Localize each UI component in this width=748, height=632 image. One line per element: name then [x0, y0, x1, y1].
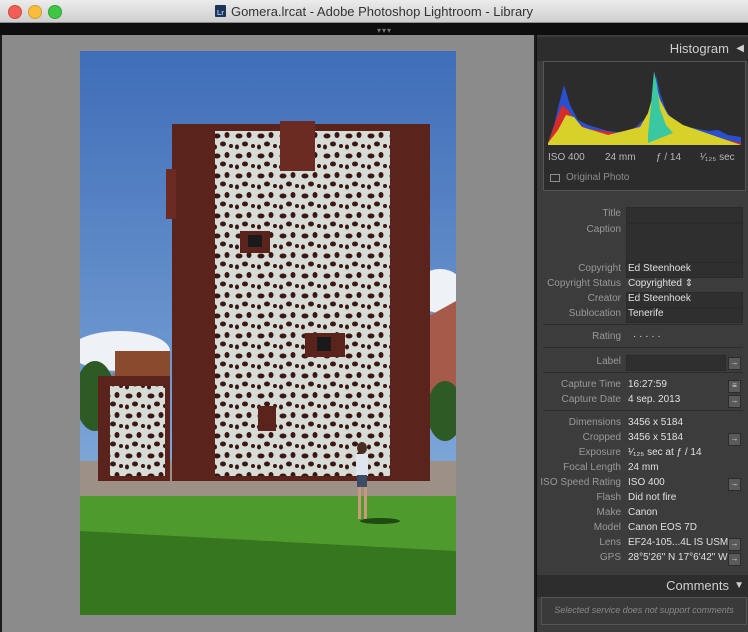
metadata-row-caption: Caption	[537, 223, 748, 263]
metadata-row-sublocation: Sublocation Tenerife	[537, 307, 748, 323]
panel-grip-icon[interactable]: ▾▾▾	[377, 26, 392, 35]
copyright-label: Copyright	[578, 263, 621, 274]
loupe-view	[2, 35, 534, 632]
focal-length-value: 24 mm	[628, 462, 659, 473]
divider	[543, 324, 743, 325]
tower-photo	[80, 51, 456, 615]
histogram-graph	[548, 71, 741, 145]
right-panel: Histogram ◀ ISO 400 24 mm ƒ / 14 ¹⁄₁₂₅ s…	[536, 35, 748, 632]
iso-label: ISO Speed Rating	[540, 477, 621, 488]
window-title-wrap: Lr Gomera.lrcat - Adobe Photoshop Lightr…	[0, 0, 748, 22]
dimensions-value: 3456 x 5184	[628, 417, 684, 428]
histogram-panel: ISO 400 24 mm ƒ / 14 ¹⁄₁₂₅ sec Original …	[543, 61, 746, 191]
window-title: Gomera.lrcat - Adobe Photoshop Lightroom…	[230, 3, 534, 19]
histogram-shutter: ¹⁄₁₂₅ sec	[700, 152, 735, 163]
make-value: Canon	[628, 507, 658, 518]
comments-title: Comments	[666, 578, 729, 593]
copyright-status-select[interactable]: Copyrighted ⇕	[628, 278, 693, 289]
capture-time-label: Capture Time	[560, 379, 621, 390]
dimensions-label: Dimensions	[568, 417, 621, 428]
photo-preview[interactable]	[80, 51, 456, 615]
cropped-arrow-button[interactable]: →	[728, 433, 741, 446]
metadata-row-label: Label →	[537, 355, 748, 371]
iso-arrow-button[interactable]: →	[728, 478, 741, 491]
label-arrow-button[interactable]: →	[728, 357, 741, 370]
model-label: Model	[593, 522, 621, 533]
label-field[interactable]	[626, 355, 726, 371]
metadata-row-iso: ISO Speed Rating ISO 400 →	[537, 476, 748, 491]
metadata-row-copyright-status: Copyright Status Copyrighted ⇕	[537, 277, 748, 292]
capture-time-value: 16:27:59	[628, 379, 667, 390]
exposure-label: Exposure	[578, 447, 621, 458]
copyright-status-label: Copyright Status	[547, 278, 621, 289]
sublocation-label: Sublocation	[568, 308, 621, 319]
collapse-triangle-icon[interactable]: ◀	[736, 43, 744, 54]
flash-label: Flash	[596, 492, 621, 503]
metadata-row-focal-length: Focal Length 24 mm	[537, 461, 748, 476]
cropped-label: Cropped	[582, 432, 621, 443]
histogram-iso: ISO 400	[548, 152, 585, 163]
title-label: Title	[602, 208, 621, 219]
flash-value: Did not fire	[628, 492, 677, 503]
divider	[543, 410, 743, 411]
comments-message: Selected service does not support commen…	[554, 605, 734, 615]
histogram-focal: 24 mm	[605, 152, 636, 163]
histogram-header[interactable]: Histogram ◀	[537, 37, 748, 61]
divider	[543, 347, 743, 348]
caption-label: Caption	[586, 224, 621, 235]
rating-label: Rating	[592, 331, 621, 342]
creator-label: Creator	[587, 293, 621, 304]
metadata-row-make: Make Canon	[537, 506, 748, 521]
lens-label: Lens	[599, 537, 621, 548]
photo-frame-icon	[550, 173, 560, 182]
title-field[interactable]	[626, 207, 743, 223]
sublocation-value: Tenerife	[628, 308, 664, 319]
metadata-row-title: Title	[537, 207, 748, 223]
metadata-row-gps: GPS 28°5'26" N 17°6'42" W →	[537, 551, 748, 566]
divider	[543, 372, 743, 373]
metadata-row-dimensions: Dimensions 3456 x 5184	[537, 416, 748, 431]
comments-header[interactable]: Comments ▼	[537, 575, 748, 597]
collapse-triangle-icon[interactable]: ▼	[734, 580, 744, 591]
gps-label: GPS	[599, 552, 621, 563]
histogram-title: Histogram	[669, 41, 729, 56]
capture-time-list-button[interactable]: ≡	[728, 380, 741, 393]
metadata-row-copyright: Copyright Ed Steenhoek	[537, 262, 748, 278]
creator-value: Ed Steenhoek	[628, 293, 691, 304]
metadata-row-exposure: Exposure ¹⁄₁₂₅ sec at ƒ / 14	[537, 446, 748, 461]
capture-date-label: Capture Date	[561, 394, 621, 405]
toolbar-strip	[0, 23, 748, 35]
cropped-value: 3456 x 5184	[628, 432, 684, 443]
metadata-row-lens: Lens EF24-105...4L IS USM →	[537, 536, 748, 551]
exposure-value: ¹⁄₁₂₅ sec at ƒ / 14	[628, 447, 702, 458]
rating-stars[interactable]: · · · · ·	[633, 331, 661, 342]
metadata-row-creator: Creator Ed Steenhoek	[537, 292, 748, 308]
caption-field[interactable]	[626, 223, 743, 263]
model-value: Canon EOS 7D	[628, 522, 697, 533]
metadata-row-capture-date: Capture Date 4 sep. 2013 →	[537, 393, 748, 408]
iso-value: ISO 400	[628, 477, 665, 488]
original-photo-toggle[interactable]: Original Photo	[550, 172, 629, 183]
original-photo-label: Original Photo	[566, 172, 630, 183]
label-label: Label	[596, 356, 621, 367]
gps-arrow-button[interactable]: →	[728, 553, 741, 566]
metadata-row-flash: Flash Did not fire	[537, 491, 748, 506]
window-titlebar: Lr Gomera.lrcat - Adobe Photoshop Lightr…	[0, 0, 748, 23]
focal-length-label: Focal Length	[563, 462, 621, 473]
metadata-row-cropped: Cropped 3456 x 5184 →	[537, 431, 748, 446]
lens-arrow-button[interactable]: →	[728, 538, 741, 551]
metadata-panel: Title Caption Copyright Ed Steenhoek Cop…	[537, 195, 748, 575]
capture-date-value: 4 sep. 2013	[628, 394, 681, 405]
lens-value: EF24-105...4L IS USM	[628, 537, 729, 548]
histogram-aperture: ƒ / 14	[656, 152, 682, 163]
capture-date-arrow-button[interactable]: →	[728, 395, 741, 408]
metadata-row-model: Model Canon EOS 7D	[537, 521, 748, 536]
copyright-value: Ed Steenhoek	[628, 263, 691, 274]
make-label: Make	[596, 507, 621, 518]
metadata-row-capture-time: Capture Time 16:27:59 ≡	[537, 378, 748, 393]
lightroom-app-icon: Lr	[214, 5, 226, 17]
comments-box: Selected service does not support commen…	[541, 597, 747, 625]
metadata-row-rating: Rating · · · · ·	[537, 330, 748, 345]
gps-value: 28°5'26" N 17°6'42" W	[628, 552, 728, 563]
